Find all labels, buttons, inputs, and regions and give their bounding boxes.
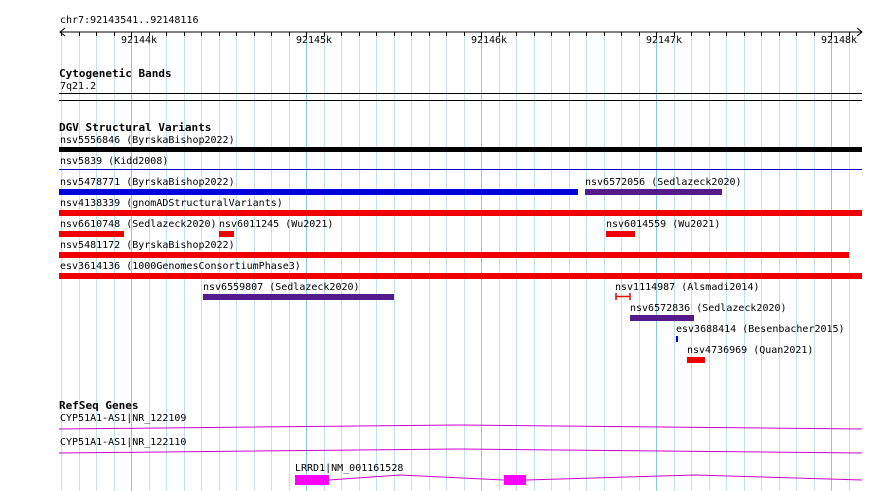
dgv-feature-nsv6572056[interactable]: [585, 189, 722, 195]
region-label: chr7:92143541..92148116: [60, 15, 199, 26]
ruler-tick-label: 92146k: [470, 35, 508, 46]
dgv-feature-nsv5839[interactable]: [59, 169, 862, 170]
dgv-label-nsv5481172[interactable]: nsv5481172 (ByrskaBishop2022): [60, 240, 235, 251]
dgv-feature-nsv4138339[interactable]: [59, 210, 862, 216]
gene-nr122110[interactable]: [59, 446, 862, 458]
dgv-label-nsv6572836[interactable]: nsv6572836 (Sedlazeck2020): [630, 303, 787, 314]
dgv-label-nsv4138339[interactable]: nsv4138339 (gnomADStructuralVariants): [60, 198, 283, 209]
ruler-tick-label: 92145k: [295, 35, 333, 46]
dgv-feature-nsv6014559[interactable]: [606, 231, 635, 237]
cytoband-line: [59, 93, 862, 94]
exon-block: [504, 475, 526, 485]
ruler[interactable]: [59, 27, 865, 39]
ruler-tick-label: 92147k: [645, 35, 683, 46]
dgv-feature-nsv6011245[interactable]: [219, 231, 234, 237]
dgv-label-nsv6011245[interactable]: nsv6011245 (Wu2021): [219, 219, 333, 230]
dgv-feature-esv3688414[interactable]: [676, 336, 678, 342]
dgv-feature-esv3614136[interactable]: [59, 273, 862, 279]
dgv-label-esv3614136[interactable]: esv3614136 (1000GenomesConsortiumPhase3): [60, 261, 301, 272]
dgv-feature-nsv6559807[interactable]: [203, 294, 394, 300]
dgv-label-nsv6610748[interactable]: nsv6610748 (Sedlazeck2020): [60, 219, 217, 230]
dgv-label-nsv4736969[interactable]: nsv4736969 (Quan2021): [687, 345, 813, 356]
gene-nr122109[interactable]: [59, 422, 862, 434]
dgv-label-nsv6572056[interactable]: nsv6572056 (Sedlazeck2020): [585, 177, 742, 188]
refseq-track-title[interactable]: RefSeq Genes: [59, 400, 138, 412]
gene-lrrd1[interactable]: [295, 472, 862, 486]
track-divider: [59, 100, 862, 101]
ruler-tick-label: 92144k: [120, 35, 158, 46]
dgv-feature-nsv1114987[interactable]: [615, 292, 631, 301]
dgv-label-nsv5478771[interactable]: nsv5478771 (ByrskaBishop2022): [60, 177, 235, 188]
dgv-label-nsv6014559[interactable]: nsv6014559 (Wu2021): [606, 219, 720, 230]
dgv-feature-nsv6610748[interactable]: [59, 231, 124, 237]
exon-block: [295, 475, 329, 485]
dgv-track-title[interactable]: DGV Structural Variants: [59, 122, 211, 134]
dgv-feature-nsv5478771[interactable]: [59, 189, 578, 195]
ruler-tick-label: 92148k: [820, 35, 858, 46]
dgv-label-nsv6559807[interactable]: nsv6559807 (Sedlazeck2020): [203, 282, 360, 293]
dgv-feature-nsv4736969[interactable]: [687, 357, 705, 363]
dgv-label-nsv5556846[interactable]: nsv5556846 (ByrskaBishop2022): [60, 135, 235, 146]
cytoband-label: 7q21.2: [60, 81, 97, 92]
dgv-label-nsv1114987[interactable]: nsv1114987 (Alsmadi2014): [615, 282, 760, 293]
dgv-feature-nsv5556846[interactable]: [59, 147, 862, 152]
dgv-feature-nsv6572836[interactable]: [630, 315, 694, 321]
dgv-label-nsv5839[interactable]: nsv5839 (Kidd2008): [60, 156, 168, 167]
dgv-feature-nsv5481172[interactable]: [59, 252, 849, 258]
dgv-label-esv3688414[interactable]: esv3688414 (Besenbacher2015): [676, 324, 845, 335]
cytoband-track-title[interactable]: Cytogenetic Bands: [59, 68, 172, 80]
